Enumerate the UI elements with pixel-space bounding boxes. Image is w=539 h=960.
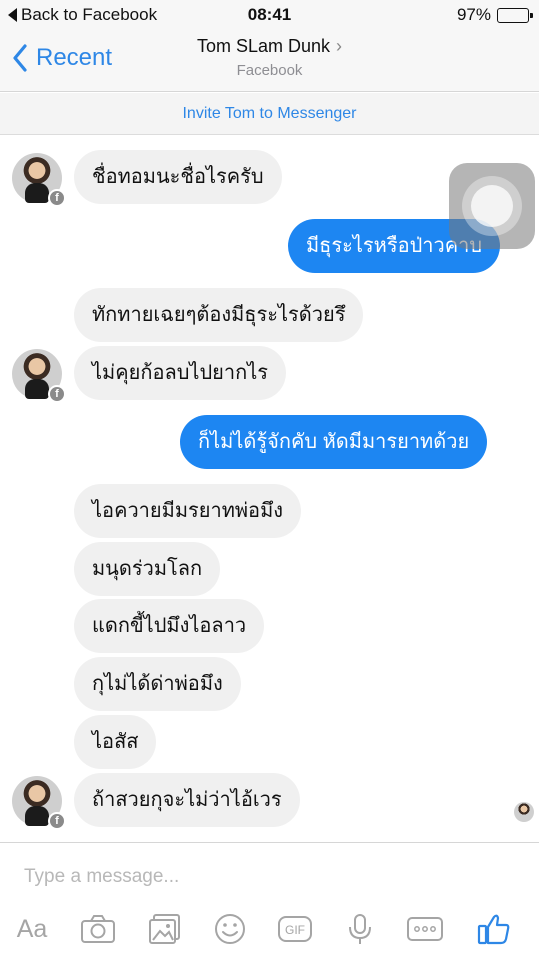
contact-avatar[interactable]: f (12, 349, 66, 403)
microphone-button[interactable] (340, 911, 380, 947)
photo-icon (149, 914, 180, 944)
like-icon (477, 914, 510, 945)
photo-button[interactable] (145, 911, 185, 947)
microphone-icon (349, 914, 371, 944)
message-bubble-incoming[interactable]: ถ้าสวยกุจะไม่ว่าไอ้เวร (74, 773, 300, 827)
battery-status: 97% (456, 5, 533, 25)
text-format-button[interactable]: Aa (12, 911, 52, 947)
gif-label: GIF (285, 923, 305, 937)
message-bubble-incoming[interactable]: ไอสัส (74, 715, 157, 769)
message-bubble-incoming[interactable]: ชื่อทอมนะชื่อไรครับ (74, 150, 282, 204)
emoji-button[interactable] (210, 911, 250, 947)
message-bubble-incoming[interactable]: กุไม่ได้ด่าพ่อมึง (74, 657, 241, 711)
conversation-header: Recent Tom SLam Dunk › Facebook (0, 30, 539, 92)
facebook-badge-icon: f (48, 189, 66, 207)
message-composer: Aa GIF (0, 842, 539, 960)
message-input[interactable] (24, 863, 504, 891)
like-button[interactable] (474, 911, 514, 947)
chevron-right-icon: › (336, 36, 343, 56)
contact-subtitle: Facebook (236, 62, 303, 79)
message-bubble-incoming[interactable]: ทักทายเฉยๆต้องมีธุระไรด้วยรึ (74, 288, 364, 342)
camera-icon (81, 915, 115, 943)
message-bubble-incoming[interactable]: แดกขี้ไปมึงไอลาว (74, 599, 265, 653)
message-bubble-outgoing[interactable]: ก็ไม่ได้รู้จักคับ หัดมีมารยาทด้วย (180, 415, 488, 469)
camera-button[interactable] (78, 911, 118, 947)
invite-to-messenger-link[interactable]: Invite Tom to Messenger (0, 93, 539, 135)
more-button[interactable] (405, 911, 445, 947)
battery-icon (497, 7, 533, 23)
facebook-badge-icon: f (48, 812, 66, 830)
composer-toolbar: Aa GIF (0, 907, 539, 951)
message-bubble-incoming[interactable]: ไอควายมีมรยาทพ่อมึง (74, 484, 302, 538)
status-bar: Back to Facebook 08:41 97% (0, 0, 539, 30)
facebook-badge-icon: f (48, 385, 66, 403)
conversation-title-block[interactable]: Tom SLam Dunk › Facebook (0, 36, 539, 79)
assistive-touch-button[interactable] (449, 163, 535, 249)
seen-avatar-icon (514, 802, 534, 822)
emoji-icon (215, 914, 245, 944)
gif-icon: GIF (278, 916, 312, 942)
contact-avatar[interactable]: f (12, 776, 66, 830)
message-bubble-incoming[interactable]: ไม่คุยก้อลบไปยากไร (74, 346, 287, 400)
gif-button[interactable]: GIF (275, 911, 315, 947)
contact-avatar[interactable]: f (12, 153, 66, 207)
contact-name: Tom SLam Dunk (196, 36, 331, 56)
battery-percent: 97% (456, 5, 491, 24)
message-list: f ชื่อทอมนะชื่อไรครับ มีธุระไรหรือป่าวคา… (0, 136, 539, 842)
message-bubble-incoming[interactable]: มนุดร่วมโลก (74, 542, 221, 596)
more-icon (407, 917, 443, 941)
